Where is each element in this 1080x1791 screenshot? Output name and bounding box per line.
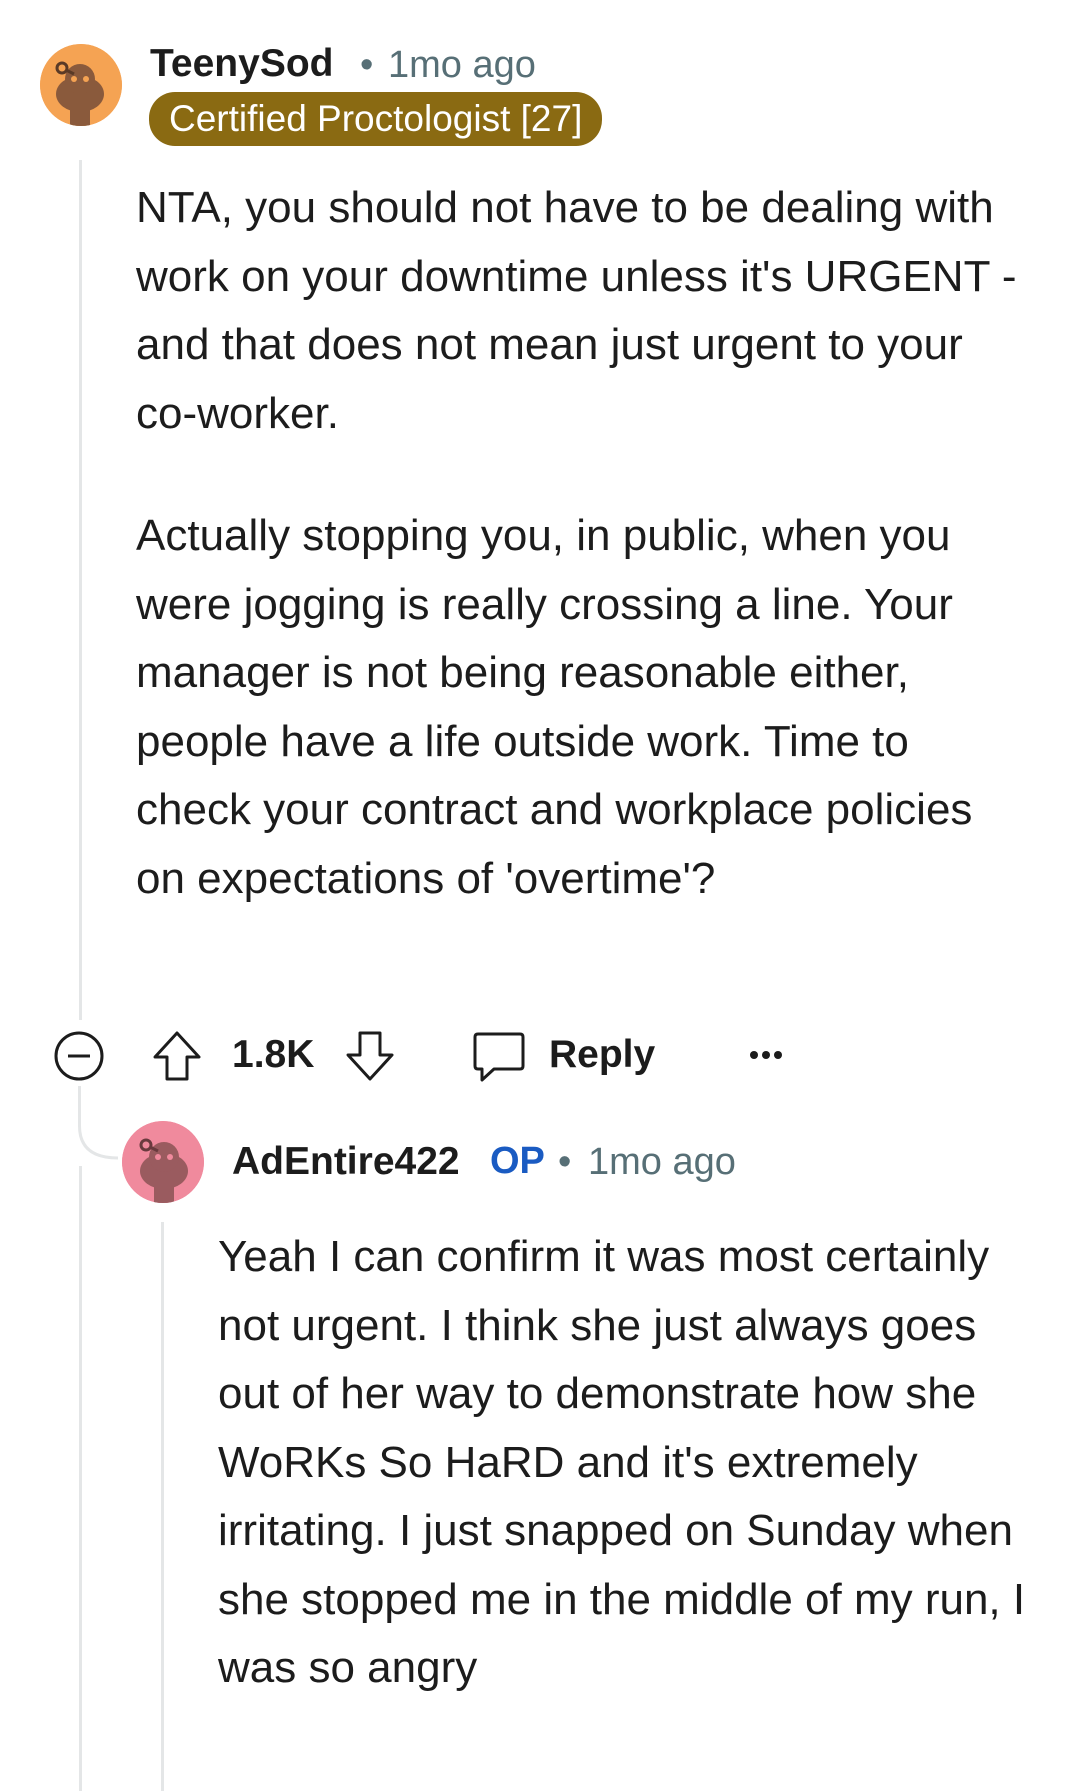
- upvote-button[interactable]: [151, 1029, 203, 1083]
- separator-dot: •: [558, 1141, 572, 1183]
- avatar[interactable]: [122, 1121, 204, 1203]
- avatar[interactable]: [40, 44, 122, 126]
- thread-line[interactable]: [79, 1166, 82, 1791]
- downvote-button[interactable]: [344, 1029, 396, 1083]
- comment-paragraph: Actually stopping you, in public, when y…: [136, 511, 973, 903]
- snoo-avatar-icon: [40, 44, 122, 126]
- reply-button[interactable]: Reply: [472, 1026, 662, 1086]
- more-options-icon: [750, 1051, 782, 1059]
- comment-timestamp: 1mo ago: [588, 1141, 736, 1183]
- collapse-icon: [54, 1031, 104, 1081]
- user-flair: Certified Proctologist [27]: [149, 92, 603, 146]
- comment-paragraph: NTA, you should not have to be dealing w…: [136, 183, 1017, 438]
- op-badge: OP: [490, 1140, 545, 1182]
- downvote-icon: [346, 1031, 394, 1081]
- separator-dot: •: [360, 44, 374, 86]
- comment-paragraph: Yeah I can confirm it was most certainly…: [218, 1232, 1026, 1692]
- comment-body: NTA, you should not have to be dealing w…: [136, 174, 1026, 913]
- username[interactable]: AdEntire422: [232, 1140, 460, 1184]
- comment-timestamp: 1mo ago: [388, 44, 536, 86]
- comment-body: Yeah I can confirm it was most certainly…: [218, 1223, 1028, 1703]
- thread-line[interactable]: [161, 1222, 164, 1791]
- collapse-button[interactable]: [53, 1030, 105, 1082]
- reply-label: Reply: [549, 1033, 656, 1076]
- more-options-button[interactable]: [740, 1040, 794, 1070]
- thread-line[interactable]: [79, 160, 82, 1020]
- vote-score: 1.8K: [232, 1033, 315, 1076]
- snoo-avatar-icon: [122, 1121, 204, 1203]
- username[interactable]: TeenySod: [150, 42, 333, 86]
- comment-bubble-icon: [473, 1032, 525, 1082]
- thread-connector: [78, 1086, 119, 1160]
- upvote-icon: [153, 1031, 201, 1081]
